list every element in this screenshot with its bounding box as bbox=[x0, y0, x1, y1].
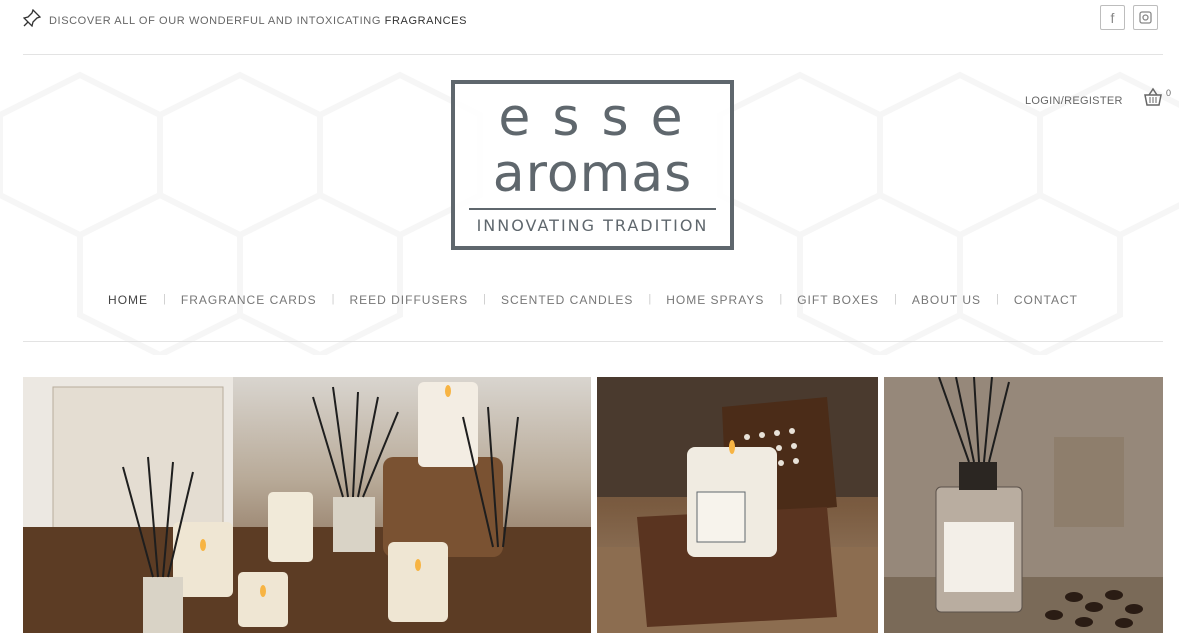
nav-item-home[interactable]: HOME bbox=[93, 293, 163, 307]
tagline-prefix: DISCOVER ALL OF OUR WONDERFUL AND INTOXI… bbox=[49, 15, 381, 27]
nav-item-about-us[interactable]: ABOUT US bbox=[897, 293, 996, 307]
basket-icon[interactable] bbox=[1143, 87, 1163, 107]
site-logo[interactable]: esse aromas INNOVATING TRADITION bbox=[451, 80, 734, 250]
photo-illustration bbox=[597, 377, 878, 633]
logo-tagline: INNOVATING TRADITION bbox=[476, 216, 709, 235]
photo-illustration bbox=[23, 377, 591, 633]
nav-item-contact[interactable]: CONTACT bbox=[999, 293, 1093, 307]
nav-item-reed-diffusers[interactable]: REED DIFFUSERS bbox=[334, 293, 483, 307]
cart-count: 0 bbox=[1166, 88, 1172, 98]
tagline: DISCOVER ALL OF OUR WONDERFUL AND INTOXI… bbox=[49, 15, 467, 27]
instagram-button[interactable] bbox=[1133, 5, 1158, 30]
nav-item-gift-boxes[interactable]: GIFT BOXES bbox=[782, 293, 894, 307]
top-bar: DISCOVER ALL OF OUR WONDERFUL AND INTOXI… bbox=[23, 0, 1163, 55]
main-nav: HOME | FRAGRANCE CARDS | REED DIFFUSERS … bbox=[23, 280, 1163, 342]
instagram-icon bbox=[1139, 11, 1152, 24]
photo-illustration bbox=[884, 377, 1163, 633]
logo-text-aromas: aromas bbox=[492, 144, 693, 204]
hero-photo-diffuser[interactable] bbox=[884, 377, 1163, 633]
facebook-button[interactable]: f bbox=[1100, 5, 1125, 30]
login-register-link[interactable]: LOGIN/REGISTER bbox=[1025, 95, 1123, 107]
tagline-highlight: FRAGRANCES bbox=[384, 15, 468, 27]
hero-photo-collection[interactable] bbox=[23, 377, 591, 633]
nav-item-home-sprays[interactable]: HOME SPRAYS bbox=[651, 293, 779, 307]
logo-text-esse: esse bbox=[498, 88, 705, 148]
hero-photo-candle-box[interactable] bbox=[597, 377, 878, 633]
logo-divider bbox=[469, 208, 716, 210]
facebook-icon: f bbox=[1110, 9, 1115, 26]
nav-item-fragrance-cards[interactable]: FRAGRANCE CARDS bbox=[166, 293, 332, 307]
nav-item-scented-candles[interactable]: SCENTED CANDLES bbox=[486, 293, 648, 307]
pin-icon bbox=[23, 9, 41, 27]
